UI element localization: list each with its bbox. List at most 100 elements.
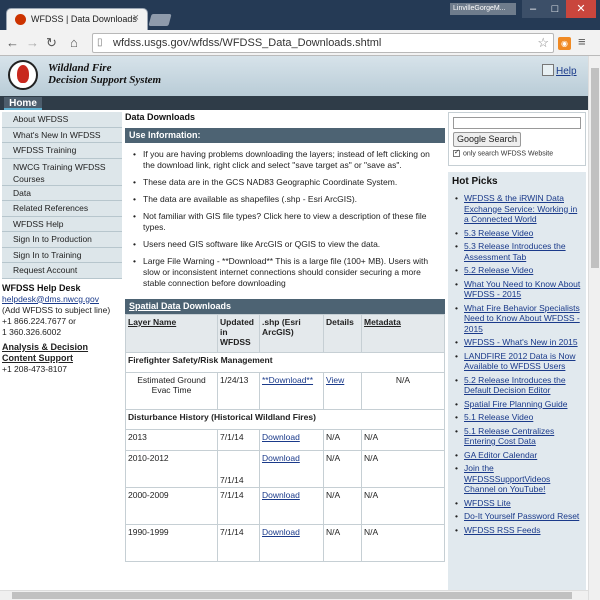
hot-pick-link[interactable]: What You Need to Know About WFDSS - 2015 [455, 279, 582, 300]
spatial-data-link[interactable]: Spatial Data [129, 301, 181, 311]
sidebar-item-whats-new[interactable]: What's New In WFDSS [2, 127, 122, 143]
analysis-support-title[interactable]: Analysis & Decision Content Support [2, 342, 122, 364]
download-link[interactable]: **Download** [262, 375, 313, 385]
sidebar-item-nwcg-training[interactable]: NWCG Training WFDSS Courses [2, 158, 122, 186]
main-navbar: Home [0, 96, 588, 110]
download-link[interactable]: Download [262, 453, 300, 463]
nav-home-tab[interactable]: Home [4, 97, 42, 110]
list-item: If you are having problems downloading t… [133, 149, 443, 171]
main-content: Data Downloads Use Information: If you a… [125, 112, 445, 562]
sidebar-item-sign-in-training[interactable]: Sign In to Training [2, 247, 122, 263]
checkbox-checked-icon[interactable] [453, 148, 460, 157]
hot-pick-link[interactable]: 5.2 Release Video [455, 265, 582, 276]
search-input[interactable] [453, 117, 581, 129]
rss-icon[interactable]: ◉ [558, 37, 571, 50]
list-item: Users need GIS software like ArcGIS or Q… [133, 239, 443, 250]
helpdesk-note: (Add WFDSS to subject line) [2, 304, 111, 315]
wildland-fire-logo-icon[interactable] [8, 60, 38, 90]
hot-pick-link[interactable]: Join the WFDSSSupportVideos Channel on Y… [455, 463, 582, 495]
tab-close-icon[interactable]: × [133, 12, 139, 24]
helpdesk-phone-1: +1 866.224.7677 or [2, 315, 76, 326]
hot-pick-link[interactable]: LANDFIRE 2012 Data is Now Available to W… [455, 351, 582, 372]
forward-arrow-icon[interactable]: → [26, 35, 39, 50]
scroll-thumb[interactable] [12, 592, 572, 599]
hot-pick-link[interactable]: WFDSS - What's New in 2015 [455, 337, 582, 348]
hot-pick-link[interactable]: What Fire Behavior Specialists Need to K… [455, 303, 582, 335]
table-row: 2000-2009 7/1/14 Download N/A N/A [125, 487, 445, 525]
help-link[interactable]: Help [556, 66, 577, 77]
table-row: 1990-1999 7/1/14 Download N/A N/A [125, 524, 445, 562]
vertical-scrollbar[interactable] [588, 56, 600, 600]
window-close-button[interactable]: ✕ [566, 0, 596, 18]
hot-pick-link[interactable]: 5.3 Release Video [455, 228, 582, 239]
minimize-button[interactable]: – [522, 0, 544, 18]
sidebar-item-sign-in-production[interactable]: Sign In to Production [2, 232, 122, 248]
sidebar-item-data[interactable]: Data [2, 185, 122, 201]
browser-titlebar: WFDSS | Data Downloads × LinvilleGorgeM.… [0, 0, 600, 30]
reload-icon[interactable]: ↻ [46, 35, 57, 51]
hot-pick-link[interactable]: 5.3 Release Introduces the Assessment Ta… [455, 241, 582, 262]
address-bar[interactable]: ▯ wfdss.usgs.gov/wfdss/WFDSS_Data_Downlo… [92, 33, 554, 53]
hot-pick-link[interactable]: GA Editor Calendar [455, 450, 582, 461]
menu-icon[interactable]: ≡ [578, 34, 586, 49]
browser-tab[interactable]: WFDSS | Data Downloads × [6, 8, 148, 30]
sidebar-item-request-account[interactable]: Request Account [2, 263, 122, 279]
helpdesk-title: WFDSS Help Desk [2, 282, 81, 293]
helpdesk-email-link[interactable]: helpdesk@dms.nwcg.gov [2, 294, 122, 305]
sidebar-item-help[interactable]: WFDSS Help [2, 216, 122, 232]
group-disturbance-history: Disturbance History (Historical Wildland… [125, 409, 445, 430]
hot-pick-link[interactable]: 5.2 Release Introduces the Default Decis… [455, 375, 582, 396]
group-firefighter-safety: Firefighter Safety/Risk Management [125, 352, 445, 373]
page-title: Data Downloads [125, 112, 196, 122]
site-title: Wildland Fire Decision Support System [48, 62, 162, 86]
use-info-header: Use Information: [125, 128, 445, 143]
list-item: Large File Warning - **Download** This i… [133, 256, 443, 289]
hot-picks-panel: Hot Picks WFDSS & the iRWIN Data Exchang… [448, 172, 586, 590]
table-row: Estimated Ground Evac Time 1/24/13 **Dow… [125, 372, 445, 410]
hot-pick-link[interactable]: Spatial Fire Planning Guide [455, 399, 582, 410]
user-profile-badge[interactable]: LinvilleGorgeM... [450, 3, 516, 15]
home-icon[interactable]: ⌂ [70, 35, 78, 50]
page-icon: ▯ [97, 37, 103, 48]
sidebar-item-training[interactable]: WFDSS Training [2, 143, 122, 159]
url-text[interactable]: wfdss.usgs.gov/wfdss/WFDSS_Data_Download… [113, 37, 381, 49]
download-link[interactable]: Download [262, 432, 300, 442]
web-page: Wildland Fire Decision Support System He… [0, 56, 588, 590]
view-details-link[interactable]: View [326, 375, 344, 385]
sidebar-item-about[interactable]: About WFDSS [2, 112, 122, 128]
hot-pick-link[interactable]: WFDSS & the iRWIN Data Exchange Service:… [455, 193, 582, 225]
help-image-icon[interactable] [542, 64, 554, 76]
col-shp: .shp (Esri ArcGIS) [259, 314, 324, 353]
new-tab-button[interactable] [148, 14, 172, 26]
search-scope-option[interactable]: only search WFDSS Website [453, 148, 581, 157]
scroll-thumb[interactable] [591, 68, 599, 268]
help-desk-info: WFDSS Help Desk helpdesk@dms.nwcg.gov (A… [2, 283, 122, 375]
site-search: Google Search only search WFDSS Website [448, 112, 586, 166]
col-metadata[interactable]: Metadata [364, 317, 401, 327]
download-link[interactable]: Download [262, 527, 300, 537]
hot-pick-link[interactable]: 5.1 Release Centralizes Entering Cost Da… [455, 426, 582, 447]
site-header: Wildland Fire Decision Support System He… [0, 56, 588, 96]
spatial-data-header: Spatial Data Downloads [125, 299, 445, 314]
col-updated: Updated in WFDSS [217, 314, 260, 353]
horizontal-scrollbar[interactable] [0, 590, 588, 600]
wfdss-favicon-icon [15, 14, 26, 25]
google-search-button[interactable]: Google Search [453, 132, 521, 147]
hot-pick-link[interactable]: 5.1 Release Video [455, 412, 582, 423]
tab-title: WFDSS | Data Downloads [31, 14, 137, 24]
analysis-support-phone: +1 208-473-8107 [2, 363, 67, 374]
hot-pick-link[interactable]: WFDSS RSS Feeds [455, 525, 582, 536]
helpdesk-phone-2: 1 360.326.6002 [2, 326, 62, 337]
list-item: Not familiar with GIS file types? Click … [133, 211, 443, 233]
sidebar-item-related-references[interactable]: Related References [2, 201, 122, 217]
bookmark-star-icon[interactable]: ☆ [537, 35, 549, 51]
back-arrow-icon[interactable]: ← [6, 35, 19, 50]
list-item: These data are in the GCS NAD83 Geograph… [133, 177, 443, 188]
hot-pick-link[interactable]: Do-It Yourself Password Reset [455, 511, 582, 522]
maximize-button[interactable]: □ [544, 0, 566, 18]
hot-pick-link[interactable]: WFDSS Lite [455, 498, 582, 509]
download-link[interactable]: Download [262, 490, 300, 500]
col-layer-name[interactable]: Layer Name [128, 317, 176, 327]
table-row: 2013 7/1/14 Download N/A N/A [125, 429, 445, 451]
table-row: 2010-2012 7/1/14 Download N/A N/A [125, 450, 445, 488]
